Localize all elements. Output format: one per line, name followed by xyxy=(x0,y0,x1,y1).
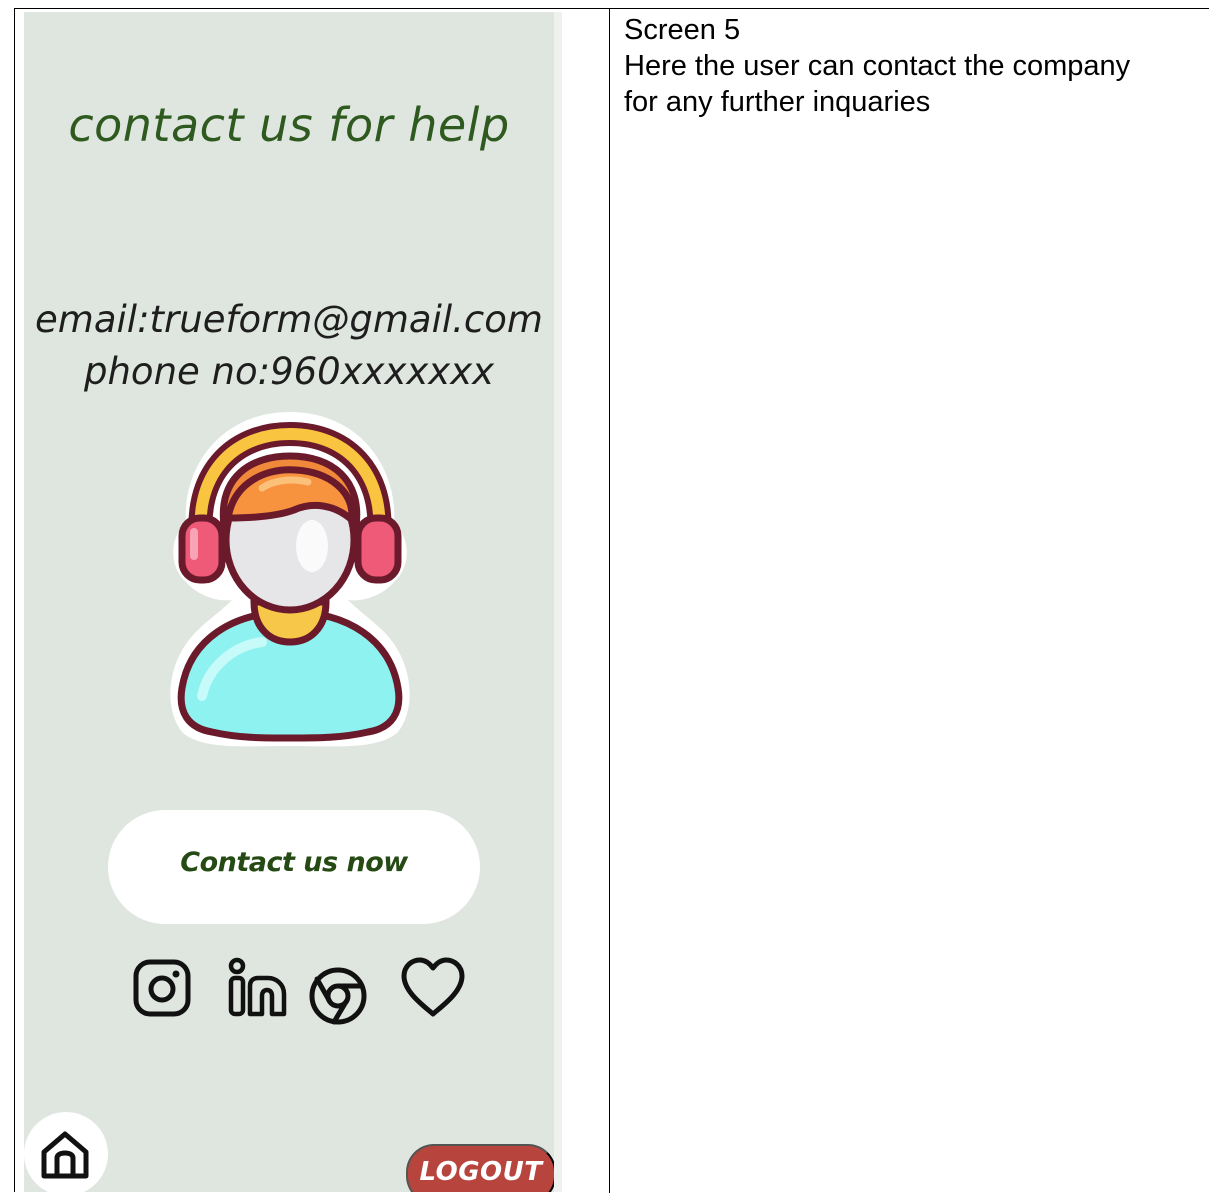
linkedin-icon[interactable] xyxy=(224,956,288,1020)
phone-screen: contact us for help email:trueform@gmail… xyxy=(24,12,554,1192)
instagram-icon[interactable] xyxy=(130,956,194,1020)
chrome-icon[interactable] xyxy=(306,964,370,1028)
page-title: contact us for help xyxy=(68,98,510,152)
description-line-1: Here the user can contact the company xyxy=(624,50,1131,82)
contact-info: email:trueform@gmail.com phone no:960xxx… xyxy=(24,294,554,398)
table-cell-divider xyxy=(609,9,610,1193)
home-button[interactable] xyxy=(24,1112,108,1192)
phone-text: phone no:960xxxxxxx xyxy=(84,350,494,393)
heart-icon[interactable] xyxy=(398,956,468,1020)
screen-description: Screen 5 Here the user can contact the c… xyxy=(624,12,1204,120)
description-line-2: for any further inquaries xyxy=(624,86,931,118)
home-icon xyxy=(41,1131,89,1179)
email-text: email:trueform@gmail.com xyxy=(35,298,543,341)
phone-screen-edge xyxy=(554,12,562,1192)
screen-heading: Screen 5 xyxy=(624,14,741,46)
support-agent-headphones-icon xyxy=(170,412,410,747)
logout-button[interactable]: LOGOUT xyxy=(406,1144,554,1192)
contact-us-now-button[interactable]: Contact us now xyxy=(108,810,480,924)
